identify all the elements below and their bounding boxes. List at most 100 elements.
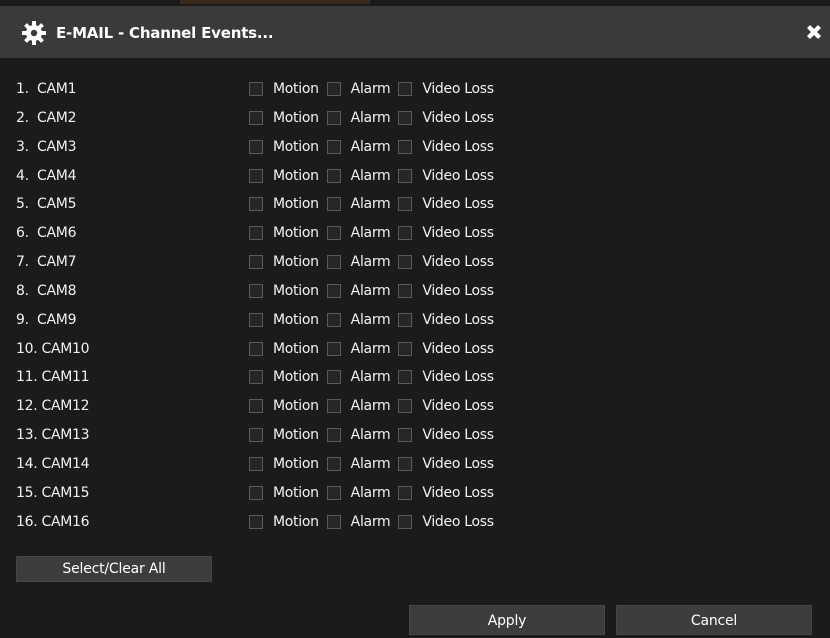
motion-checkbox[interactable]	[249, 428, 263, 443]
channel-label: 16. CAM16	[16, 513, 90, 530]
video-loss-checkbox[interactable]	[398, 428, 413, 443]
motion-label: Motion	[273, 196, 319, 213]
channel-label: 1. CAM1	[16, 81, 77, 97]
event-options: Motion Alarm Video Loss	[249, 369, 502, 385]
apply-button[interactable]: Apply	[409, 605, 605, 635]
close-icon[interactable]	[804, 22, 824, 42]
alarm-checkbox[interactable]	[326, 168, 341, 183]
video-loss-checkbox[interactable]	[398, 197, 413, 212]
motion-checkbox[interactable]	[249, 82, 263, 96]
channel-row: 1. CAM1 Motion Alarm Video Loss	[16, 76, 716, 105]
motion-label: Motion	[273, 167, 319, 184]
dialog-title: E-MAIL - Channel Events...	[56, 24, 274, 42]
motion-checkbox[interactable]	[249, 226, 263, 241]
alarm-checkbox[interactable]	[326, 399, 341, 414]
alarm-checkbox[interactable]	[326, 197, 341, 212]
alarm-checkbox[interactable]	[326, 341, 341, 356]
channel-row: 7. CAM7 Motion Alarm Video Loss	[16, 249, 716, 278]
motion-label: Motion	[273, 81, 319, 97]
alarm-checkbox[interactable]	[326, 312, 341, 327]
alarm-checkbox[interactable]	[326, 456, 341, 471]
video-loss-checkbox[interactable]	[398, 456, 413, 471]
motion-checkbox[interactable]	[249, 514, 263, 529]
video-loss-label: Video Loss	[422, 81, 494, 97]
alarm-label: Alarm	[350, 225, 391, 242]
alarm-label: Alarm	[350, 167, 391, 184]
alarm-checkbox[interactable]	[326, 370, 341, 385]
alarm-label: Alarm	[350, 254, 391, 271]
alarm-label: Alarm	[350, 427, 391, 444]
channel-row: 3. CAM3 Motion Alarm Video Loss	[16, 134, 716, 163]
event-options: Motion Alarm Video Loss	[249, 398, 502, 414]
video-loss-checkbox[interactable]	[398, 82, 413, 96]
channel-label: 8. CAM8	[16, 282, 77, 299]
video-loss-checkbox[interactable]	[398, 399, 413, 414]
video-loss-label: Video Loss	[422, 398, 494, 415]
alarm-checkbox[interactable]	[326, 514, 341, 529]
video-loss-label: Video Loss	[422, 167, 494, 184]
motion-label: Motion	[273, 254, 319, 271]
channel-row: 2. CAM2 Motion Alarm Video Loss	[16, 105, 716, 134]
video-loss-checkbox[interactable]	[398, 312, 413, 327]
motion-label: Motion	[273, 282, 319, 299]
select-clear-all-button[interactable]: Select/Clear All	[16, 556, 212, 582]
channel-label: 15. CAM15	[16, 484, 90, 501]
motion-checkbox[interactable]	[249, 255, 263, 270]
event-options: Motion Alarm Video Loss	[249, 139, 502, 155]
video-loss-checkbox[interactable]	[398, 255, 413, 270]
motion-label: Motion	[273, 340, 319, 357]
alarm-label: Alarm	[350, 282, 391, 299]
alarm-checkbox[interactable]	[326, 110, 341, 125]
video-loss-checkbox[interactable]	[398, 283, 413, 298]
alarm-label: Alarm	[350, 398, 391, 415]
alarm-label: Alarm	[350, 196, 391, 213]
alarm-checkbox[interactable]	[326, 485, 341, 500]
channel-events-dialog: E-MAIL - Channel Events... 1. CAM1 Motion…	[0, 0, 830, 638]
motion-checkbox[interactable]	[249, 456, 263, 471]
video-loss-label: Video Loss	[422, 196, 494, 213]
alarm-checkbox[interactable]	[326, 255, 341, 270]
alarm-checkbox[interactable]	[326, 139, 341, 154]
motion-checkbox[interactable]	[249, 485, 263, 500]
channel-label: 2. CAM2	[16, 109, 77, 126]
video-loss-checkbox[interactable]	[398, 514, 413, 529]
motion-checkbox[interactable]	[249, 283, 263, 298]
alarm-label: Alarm	[350, 138, 391, 155]
alarm-checkbox[interactable]	[326, 226, 341, 241]
channel-label: 5. CAM5	[16, 196, 77, 213]
alarm-label: Alarm	[350, 340, 391, 357]
video-loss-checkbox[interactable]	[398, 110, 413, 125]
video-loss-label: Video Loss	[422, 138, 494, 155]
video-loss-label: Video Loss	[422, 225, 494, 242]
video-loss-label: Video Loss	[422, 369, 494, 386]
alarm-checkbox[interactable]	[326, 82, 341, 96]
motion-checkbox[interactable]	[249, 110, 263, 125]
channel-label: 3. CAM3	[16, 138, 77, 155]
motion-label: Motion	[273, 398, 319, 415]
video-loss-checkbox[interactable]	[398, 168, 413, 183]
alarm-checkbox[interactable]	[326, 283, 341, 298]
motion-label: Motion	[273, 369, 319, 386]
motion-checkbox[interactable]	[249, 197, 263, 212]
motion-checkbox[interactable]	[249, 399, 263, 414]
title-bar: E-MAIL - Channel Events...	[0, 6, 830, 58]
channel-label: 10. CAM10	[16, 340, 90, 357]
alarm-checkbox[interactable]	[326, 428, 341, 443]
motion-checkbox[interactable]	[249, 139, 263, 154]
video-loss-checkbox[interactable]	[398, 485, 413, 500]
motion-checkbox[interactable]	[249, 168, 263, 183]
video-loss-checkbox[interactable]	[398, 341, 413, 356]
video-loss-checkbox[interactable]	[398, 226, 413, 241]
motion-label: Motion	[273, 455, 319, 472]
motion-checkbox[interactable]	[249, 341, 263, 356]
channel-label: 4. CAM4	[16, 167, 77, 184]
video-loss-checkbox[interactable]	[398, 370, 413, 385]
video-loss-checkbox[interactable]	[398, 139, 413, 154]
channel-label: 14. CAM14	[16, 455, 90, 472]
motion-checkbox[interactable]	[249, 312, 263, 327]
channel-label: 13. CAM13	[16, 427, 90, 444]
cancel-button[interactable]: Cancel	[616, 605, 812, 635]
event-options: Motion Alarm Video Loss	[249, 225, 502, 241]
motion-checkbox[interactable]	[249, 370, 263, 385]
event-options: Motion Alarm Video Loss	[249, 427, 502, 443]
